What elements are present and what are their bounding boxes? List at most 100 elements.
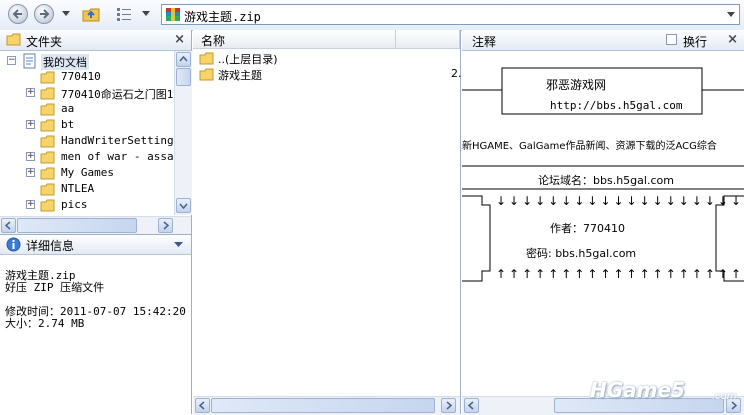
down-arrows: ↓↓↓↓↓↓↓↓↓↓↓↓↓↓↓↓↓↓↓↓ <box>496 194 744 208</box>
scroll-down-button[interactable] <box>176 198 191 213</box>
my-documents-icon <box>23 53 36 69</box>
scroll-left-button[interactable] <box>195 398 210 413</box>
tree-item-label: NTLEA <box>61 182 95 195</box>
details-size: 大小：2.74 MB <box>5 317 85 330</box>
details-pane-title: 详细信息 <box>26 239 75 253</box>
column-header-label: 名称 <box>201 34 226 48</box>
file-list-pane: 名称 ..(上层目录) 游戏主题 2. <box>193 30 462 415</box>
scroll-up-button[interactable] <box>176 52 191 67</box>
column-header-size[interactable] <box>396 30 460 49</box>
details-pane: 详细信息 游戏主题.zip 好压 ZIP 压缩文件 修改时间：2011-07-0… <box>0 234 192 414</box>
scroll-right-button[interactable] <box>441 398 456 413</box>
tree-item-label: 770410命运石之门图1 <box>61 88 174 101</box>
folder-icon <box>199 68 214 81</box>
details-filetype: 好压 ZIP 压缩文件 <box>5 281 105 294</box>
comment-pane-title: 注释 <box>472 35 497 49</box>
collapse-icon[interactable]: − <box>7 56 16 65</box>
tree-item-root[interactable]: − 我的文档 <box>0 53 174 70</box>
zip-archive-icon <box>166 8 180 21</box>
up-folder-icon[interactable] <box>82 5 102 23</box>
tree-item-label: men of war - assaul <box>61 150 174 163</box>
tree-item-label: 770410 <box>61 70 101 83</box>
address-dropdown-icon[interactable] <box>727 12 735 18</box>
watermark-logo: HGame5 <box>590 378 685 402</box>
expand-icon[interactable]: + <box>26 88 35 97</box>
folder-icon <box>40 199 55 212</box>
expand-icon[interactable]: + <box>26 200 35 209</box>
scroll-left-button[interactable] <box>1 218 16 233</box>
tree-item[interactable]: + men of war - assaul <box>0 149 174 165</box>
back-button[interactable] <box>8 4 28 24</box>
tree-item-label: HandWriterSetting <box>61 134 174 147</box>
folder-up-icon <box>199 52 214 65</box>
history-dropdown-icon[interactable] <box>62 11 70 17</box>
arrow-right-icon <box>40 9 50 19</box>
watermark-domain: .com <box>712 391 737 402</box>
tree-item[interactable]: NTLEA <box>0 181 174 197</box>
file-label: ..(上层目录) <box>218 53 278 66</box>
forward-button[interactable] <box>34 4 54 24</box>
chevron-down-icon[interactable] <box>174 242 183 248</box>
info-icon <box>6 237 21 252</box>
file-row-folder[interactable]: 游戏主题 2. <box>197 66 462 82</box>
scroll-left-button[interactable] <box>464 398 479 413</box>
folder-icon <box>40 151 55 164</box>
scroll-thumb[interactable] <box>176 68 191 86</box>
folder-icon <box>40 103 55 116</box>
folder-icon <box>6 33 21 46</box>
file-list-hscrollbar[interactable] <box>193 396 460 415</box>
tree-item-label: aa <box>61 102 75 115</box>
close-icon[interactable]: × <box>174 32 185 47</box>
hscroll-thumb[interactable] <box>211 398 435 413</box>
file-label: 游戏主题 <box>218 69 262 82</box>
expand-icon[interactable]: + <box>26 152 35 161</box>
tree-item[interactable]: HandWriterSetting <box>0 133 174 149</box>
folder-tree: − 我的文档 770410 +770410命运石之门图1 aa + bt HandWrit… <box>0 51 174 215</box>
details-pane-header: 详细信息 <box>0 235 191 255</box>
tree-item-label: pics <box>61 198 88 211</box>
site-url: http://bbs.h5gal.com <box>550 99 683 112</box>
folder-icon <box>40 71 55 84</box>
tree-item[interactable]: 770410 <box>0 69 174 85</box>
forum-domain: 论坛域名：bbs.h5gal.com <box>538 174 674 187</box>
folder-tree-vscrollbar[interactable] <box>174 51 192 215</box>
site-name: 邪恶游戏网 <box>546 78 607 92</box>
tree-item[interactable]: aa <box>0 101 174 117</box>
arrow-left-icon <box>12 9 22 19</box>
file-size: 2. <box>451 67 462 80</box>
tree-item[interactable]: + My Games <box>0 165 174 181</box>
expand-icon[interactable]: + <box>26 168 35 177</box>
column-header-name[interactable]: 名称 <box>193 30 396 49</box>
view-mode-icon[interactable] <box>116 7 132 21</box>
folder-icon <box>40 119 55 132</box>
tree-item[interactable]: + bt <box>0 117 174 133</box>
folder-icon <box>40 167 55 180</box>
comment-body: 邪恶游戏网 http://bbs.h5gal.com 新HGAME、GalGam… <box>462 50 744 396</box>
comment-pane-header: 注释 换行 × <box>462 30 744 51</box>
file-row-parent[interactable]: ..(上层目录) <box>197 50 452 66</box>
tree-item[interactable]: +770410命运石之门图1 <box>0 85 174 101</box>
author: 作者：770410 <box>550 222 625 235</box>
wrap-label: 换行 <box>683 35 708 49</box>
tree-item-label: My Games <box>61 166 114 179</box>
tree-item[interactable]: + pics <box>0 197 174 213</box>
up-arrows: ↑↑↑↑↑↑↑↑↑↑↑↑↑↑↑↑↑↑↑↑ <box>496 267 744 281</box>
password: 密码: bbs.h5gal.com <box>526 247 637 260</box>
wrap-checkbox[interactable] <box>666 34 677 45</box>
scroll-right-button[interactable] <box>158 218 173 233</box>
expand-icon[interactable]: + <box>26 120 35 129</box>
tree-label-root: 我的文档 <box>41 54 89 70</box>
folder-icon <box>40 87 55 100</box>
folder-icon <box>40 135 55 148</box>
folder-icon <box>40 183 55 196</box>
address-bar[interactable]: 游戏主题.zip <box>161 4 740 25</box>
view-dropdown-icon[interactable] <box>142 11 150 17</box>
close-icon[interactable]: × <box>727 32 738 47</box>
folder-pane-title: 文件夹 <box>26 35 63 49</box>
folder-pane-header: 文件夹 × <box>0 30 191 51</box>
tagline: 新HGAME、GalGame作品新闻、资源下载的泛ACG综合 <box>462 141 717 152</box>
hscroll-thumb[interactable] <box>17 218 137 233</box>
comment-pane: 注释 换行 × 邪恶游戏网 http://bbs.h5gal.com 新HGAM… <box>462 30 744 415</box>
toolbar: 游戏主题.zip <box>0 0 744 31</box>
folder-tree-hscrollbar[interactable] <box>0 216 191 234</box>
